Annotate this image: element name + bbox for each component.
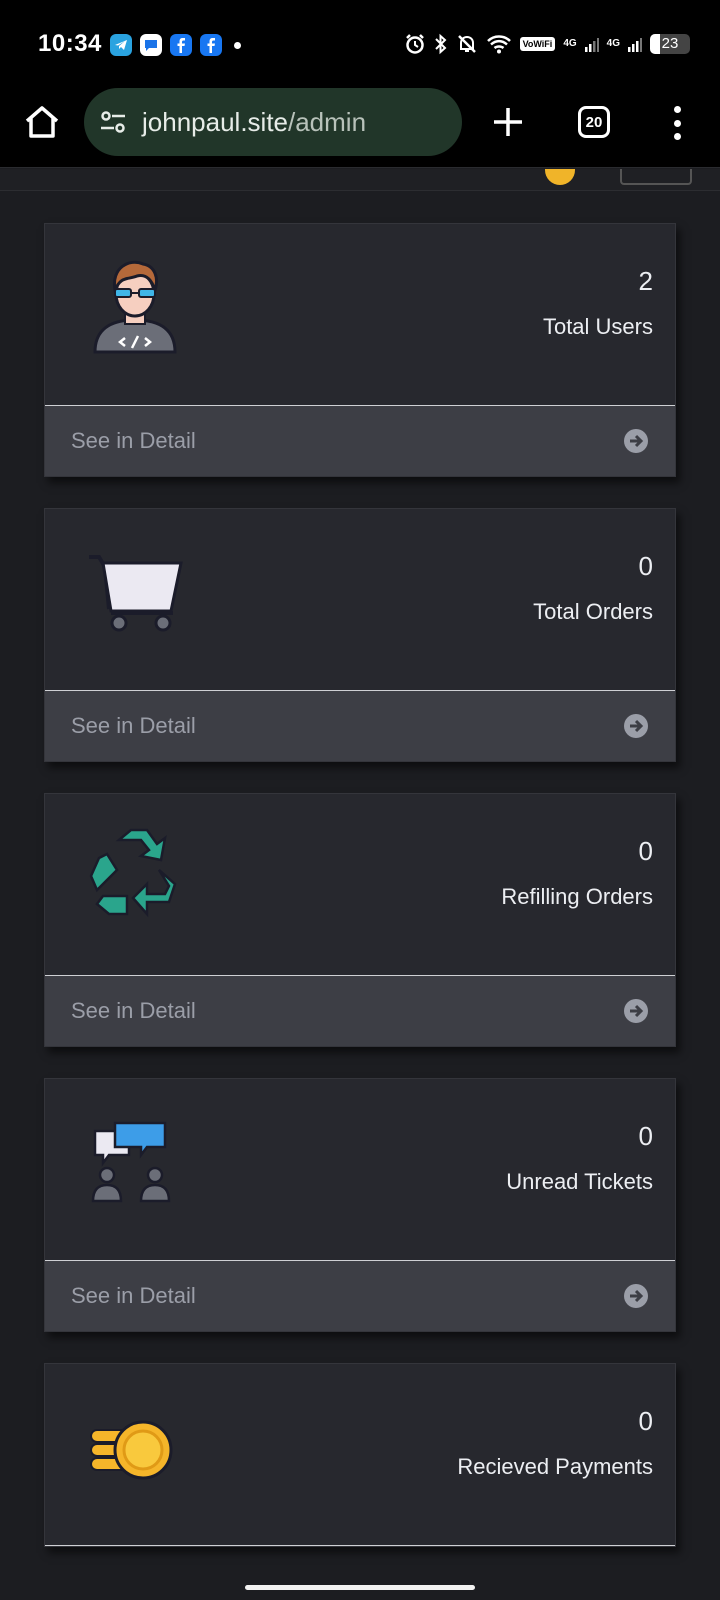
support-chat-icon — [91, 1121, 171, 1203]
header-coin-icon — [545, 169, 575, 185]
url-text[interactable]: johnpaul.site/admin — [142, 107, 366, 138]
card-body: 0 Unread Tickets — [45, 1079, 675, 1261]
signal-icon-1 — [584, 38, 599, 52]
signal-icon-2 — [628, 38, 642, 52]
status-bar: 10:34 VoWiFi 4G 4G 23 — [0, 0, 720, 78]
stat-label: Total Users — [542, 314, 653, 339]
vowifi-badge: VoWiFi — [519, 37, 556, 51]
stat-value: 0 — [638, 1121, 653, 1151]
stat-card-total-orders: 0 Total Orders See in Detail — [44, 508, 676, 762]
see-in-detail-button[interactable]: See in Detail — [45, 1261, 675, 1331]
battery-level: 23 — [661, 35, 679, 52]
notification-icons — [110, 34, 241, 56]
stat-label: Unread Tickets — [506, 1169, 653, 1194]
new-tab-icon[interactable] — [488, 102, 528, 142]
mute-bell-icon — [457, 35, 476, 53]
footer-text: See in Detail — [71, 1283, 196, 1308]
arrow-circle-right-icon — [624, 429, 648, 453]
home-icon[interactable] — [22, 102, 62, 142]
footer-text: See in Detail — [71, 998, 196, 1023]
wifi-icon — [486, 35, 511, 54]
stat-card-refilling-orders: 0 Refilling Orders See in Detail — [44, 793, 676, 1047]
header-button[interactable] — [620, 169, 692, 185]
stat-value: 0 — [638, 836, 653, 866]
card-body: 0 Recieved Payments — [45, 1364, 675, 1546]
bluetooth-icon — [434, 33, 447, 55]
more-notifications-dot — [234, 41, 241, 49]
see-in-detail-button[interactable]: See in Detail — [45, 691, 675, 761]
stat-label: Total Orders — [533, 599, 653, 624]
developer-user-icon — [93, 260, 177, 354]
see-in-detail-button[interactable]: See in Detail — [45, 976, 675, 1046]
network-4g-1: 4G — [563, 38, 577, 49]
stat-label: Refilling Orders — [501, 884, 653, 909]
address-bar[interactable]: johnpaul.site/admin — [84, 88, 462, 156]
page-header-strip — [0, 169, 720, 191]
arrow-circle-right-icon — [624, 999, 648, 1023]
card-body: 0 Refilling Orders — [45, 794, 675, 976]
stat-label: Recieved Payments — [457, 1454, 653, 1479]
messages-icon — [140, 34, 162, 56]
coins-icon — [90, 1420, 173, 1480]
stat-value: 0 — [638, 1406, 653, 1436]
tab-switcher-button[interactable]: 20 — [578, 106, 610, 138]
footer-text: See in Detail — [71, 713, 196, 738]
facebook-icon-2 — [200, 34, 222, 56]
telegram-icon — [110, 34, 132, 56]
browser-menu-icon[interactable] — [664, 106, 690, 140]
url-path: /admin — [288, 106, 367, 137]
stat-card-total-users: 2 Total Users See in Detail — [44, 223, 676, 477]
stat-card-received-payments: 0 Recieved Payments — [44, 1363, 676, 1547]
network-4g-2: 4G — [606, 38, 620, 49]
shopping-cart-icon — [89, 555, 183, 632]
card-body: 0 Total Orders — [45, 509, 675, 691]
url-host: johnpaul.site — [142, 106, 288, 137]
see-in-detail-button[interactable]: See in Detail — [45, 406, 675, 476]
card-body: 2 Total Users — [45, 224, 675, 406]
footer-text: See in Detail — [71, 428, 196, 453]
facebook-icon-1 — [170, 34, 192, 56]
status-time: 10:34 — [38, 30, 102, 57]
arrow-circle-right-icon — [624, 1284, 648, 1308]
alarm-icon — [405, 34, 424, 54]
browser-toolbar: johnpaul.site/admin 20 — [0, 78, 720, 168]
system-icons: VoWiFi 4G 4G 23 — [404, 33, 690, 55]
admin-dashboard: 2 Total Users See in Detail 0 Total Orde… — [0, 169, 720, 1600]
stat-value: 0 — [638, 551, 653, 581]
stat-card-unread-tickets: 0 Unread Tickets See in Detail — [44, 1078, 676, 1332]
stat-value: 2 — [638, 266, 653, 296]
recycle-icon — [89, 828, 177, 918]
gesture-nav-bar[interactable] — [245, 1585, 475, 1590]
battery-icon: 23 — [650, 34, 690, 54]
site-settings-icon[interactable] — [98, 107, 128, 137]
arrow-circle-right-icon — [624, 714, 648, 738]
